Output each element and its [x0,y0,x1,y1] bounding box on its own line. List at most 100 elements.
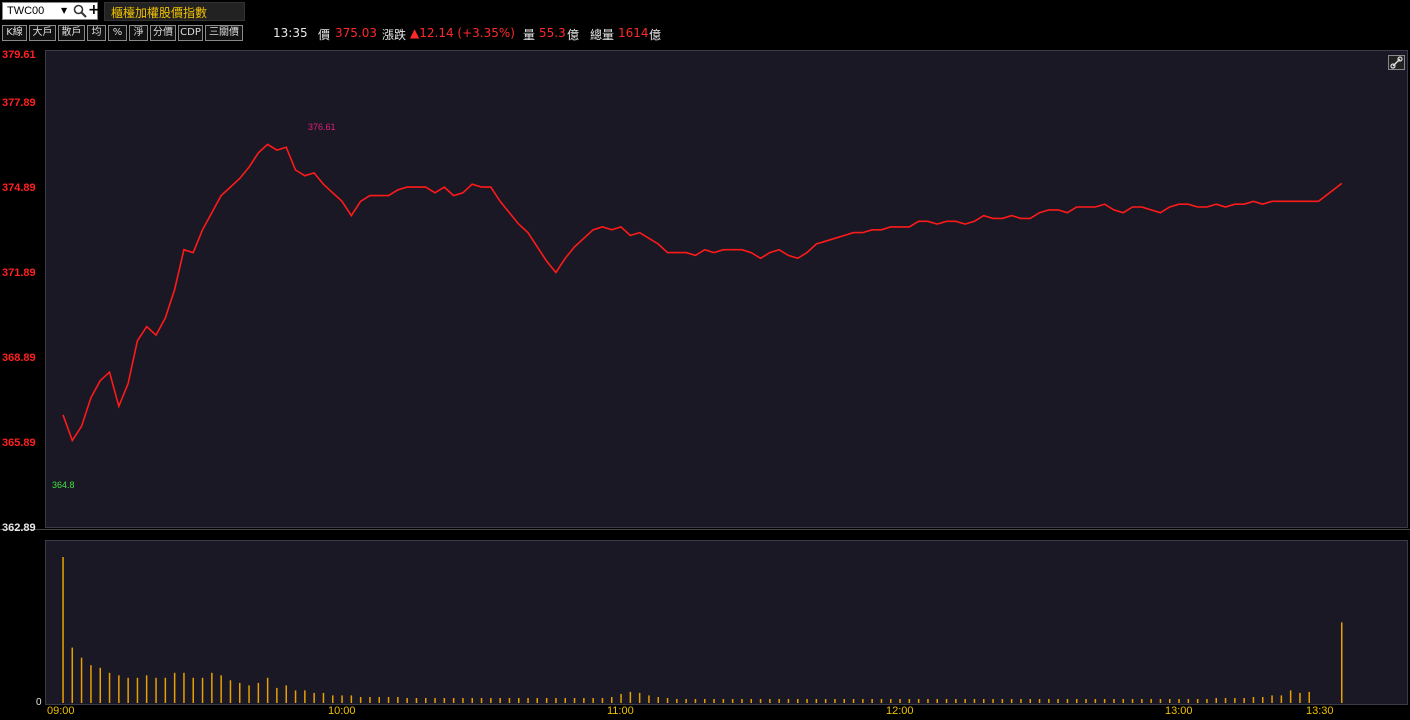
volume-bar [99,667,101,703]
volume-bar [248,685,250,703]
volume-bar [1048,699,1050,703]
volume-bar [722,699,725,703]
volume-bar [276,687,278,703]
volume-bar [183,672,185,703]
volume-bar [1289,690,1292,703]
volume-bar [118,675,120,703]
volume-bar [322,692,325,703]
volume-bar [648,695,650,703]
volume-bar [62,557,64,703]
volume-bar [573,698,576,703]
volume-bar [1113,699,1115,703]
volume-bar [927,699,929,703]
volume-bar [285,685,287,703]
volume-bar [759,699,762,703]
volume-bar [527,698,529,703]
volume-bar [397,697,399,703]
volume-bar [1122,699,1124,703]
volume-bar [620,693,622,703]
volume-bar [1131,699,1134,703]
volume-bar [434,698,436,703]
volume-bar [787,699,790,703]
volume-bar [871,699,873,703]
volume-bar [1150,699,1152,703]
volume-bar [164,677,167,703]
volume-bar [508,698,511,703]
volume-bar [378,697,380,703]
volume-bar [350,695,353,703]
volume-bar [443,698,446,703]
volume-bar [1243,698,1245,703]
volume-bar [406,698,408,703]
volume-bar [499,698,501,703]
volume-bar [601,698,604,703]
volume-bar [704,699,706,703]
volume-bar [1029,699,1031,703]
volume-bar [1262,697,1264,703]
volume-bar [1103,699,1106,703]
volume-bar [899,699,901,703]
volume-bar [797,699,799,703]
volume-bar [415,698,418,703]
price-series-line [62,143,1343,443]
volume-bar [136,677,139,703]
volume-bar [555,698,557,703]
volume-bar [80,657,83,703]
volume-bar [229,680,232,703]
volume-bar [545,698,548,703]
volume-bar [852,699,855,703]
volume-bar [908,699,911,703]
volume-bar [1076,699,1078,703]
volume-bar [592,698,594,703]
volume-bar [713,699,715,703]
volume-bar [341,695,343,703]
volume-bar [518,698,520,703]
volume-bar [1085,699,1087,703]
volume-bar [769,699,771,703]
volume-bar [666,698,669,703]
volume-bar [983,699,985,703]
volume-bar [1066,699,1069,703]
volume-bar [490,698,492,703]
volume-bar [452,698,455,703]
volume-bar [471,698,473,703]
volume-bar [611,697,613,703]
volume-bar [108,672,111,703]
volume-bar [127,677,129,703]
volume-bar [332,695,334,703]
volume-bar [564,698,566,703]
volume-bar [536,698,538,703]
volume-bar [741,699,743,703]
volume-bar [155,677,157,703]
low-annotation: 364.8 [52,480,75,490]
volume-bar [1341,622,1343,703]
volume-bar [145,675,148,703]
volume-bar [936,699,938,703]
volume-bar [1234,698,1236,703]
volume-bar [862,699,864,703]
volume-bar [71,647,73,703]
price-volume-plot: 376.61 364.8 [52,122,1343,703]
high-annotation: 376.61 [308,122,336,132]
volume-bar [359,697,362,703]
volume-bar [1020,699,1022,703]
volume-bar [1159,699,1162,703]
volume-bar [1187,699,1190,703]
volume-bar [843,699,845,703]
volume-bar [583,698,585,703]
volume-bar [778,699,780,703]
volume-bar [201,677,204,703]
volume-bar [731,699,734,703]
volume-bar [369,697,371,703]
volume-bar [1038,699,1041,703]
volume-bar [973,699,976,703]
volume-bar [750,699,752,703]
volume-bar [1271,695,1273,703]
volume-bar [462,698,464,703]
volume-bar [824,699,827,703]
volume-bar [945,699,948,703]
volume-bar [1224,698,1227,703]
volume-bar [1252,697,1255,703]
volume-bar [294,690,297,703]
volume-bar [425,698,427,703]
